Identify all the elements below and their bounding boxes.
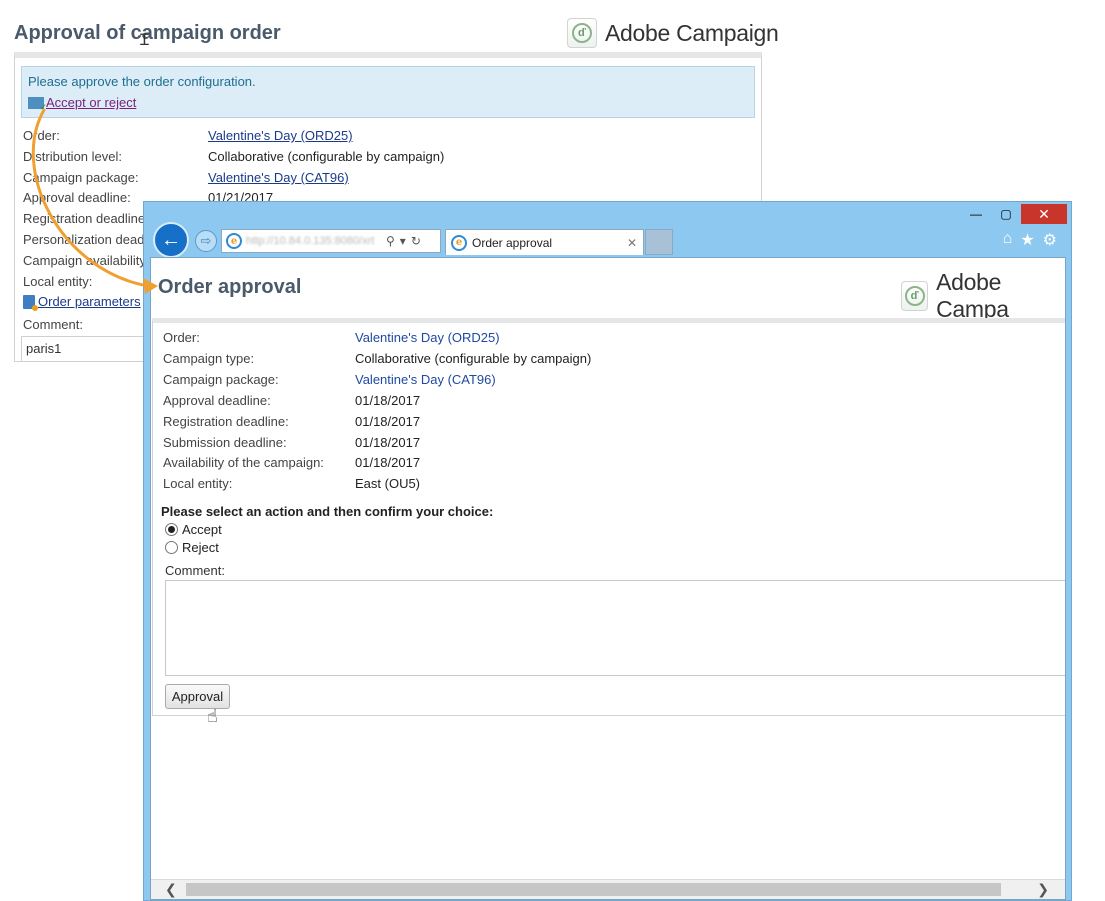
- new-tab-button[interactable]: [645, 229, 673, 255]
- tab-label: Order approval: [472, 235, 553, 250]
- text-cursor-icon: Ɪ: [140, 32, 149, 49]
- search-icon[interactable]: ⚲: [386, 234, 395, 248]
- field-label-local-entity: Local entity:: [23, 274, 93, 289]
- tab-order-approval[interactable]: e Order approval ✕: [445, 229, 644, 255]
- browser-window: — ▢ ✕ ← ⇨ e http://10.84.0.135:8080/xrt …: [143, 201, 1072, 901]
- logo-text: Adobe Campa: [936, 269, 1009, 322]
- submission-deadline-value: 01/18/2017: [355, 435, 421, 450]
- accept-option[interactable]: Accept: [165, 522, 222, 537]
- package-link[interactable]: Valentine's Day (CAT96): [355, 372, 496, 387]
- ie-icon: e: [226, 233, 242, 249]
- back-arrow-icon: ←: [161, 228, 181, 251]
- field-label-personalization: Personalization dead: [23, 232, 145, 247]
- comment-field[interactable]: paris1: [21, 336, 161, 362]
- comment-textarea[interactable]: [165, 580, 1065, 676]
- approval-panel: Order: Valentine's Day (ORD25) Campaign …: [152, 318, 1065, 726]
- address-tools: ⚲ ▾ ↻: [386, 234, 421, 248]
- dropdown-icon[interactable]: ▾: [400, 234, 406, 248]
- field-label-order: Order:: [23, 128, 60, 143]
- field-label-submission-deadline: Submission deadline:: [163, 435, 287, 450]
- refresh-icon[interactable]: ↻: [411, 234, 421, 248]
- field-label-campaign-type: Campaign type:: [163, 351, 255, 366]
- accept-label: Accept: [182, 522, 222, 537]
- reject-option[interactable]: Reject: [165, 540, 219, 555]
- accept-radio[interactable]: [165, 523, 178, 536]
- envelope-check-icon: [28, 96, 47, 113]
- forward-button[interactable]: ⇨: [195, 230, 217, 252]
- comment-label: Comment:: [23, 317, 83, 332]
- home-icon[interactable]: ⌂: [1003, 230, 1013, 250]
- scroll-left-icon[interactable]: ❮: [165, 881, 177, 898]
- field-label-package: Campaign package:: [163, 372, 279, 387]
- adobe-campaign-logo-icon: ď: [567, 18, 597, 48]
- action-question: Please select an action and then confirm…: [161, 504, 494, 519]
- accept-reject-link-wrap[interactable]: Accept or reject: [28, 95, 136, 113]
- order-parameters-link-wrap[interactable]: Order parameters: [23, 294, 141, 311]
- reject-radio[interactable]: [165, 541, 178, 554]
- approval-page-title: Order approval: [158, 276, 302, 298]
- scrollbar-thumb[interactable]: [186, 883, 1001, 896]
- field-label-order: Order:: [163, 330, 200, 345]
- address-bar[interactable]: e http://10.84.0.135:8080/xrt ⚲ ▾ ↻: [221, 229, 441, 253]
- tab-close-icon[interactable]: ✕: [627, 236, 643, 250]
- forward-arrow-icon: ⇨: [200, 233, 212, 248]
- local-entity-value: East (OU5): [355, 476, 421, 491]
- field-label-registration: Registration deadline: [23, 211, 146, 226]
- order-link[interactable]: Valentine's Day (ORD25): [355, 330, 500, 345]
- document-icon: [23, 294, 38, 311]
- approval-button[interactable]: Approval: [165, 684, 230, 709]
- registration-deadline-value: 01/18/2017: [355, 414, 421, 429]
- package-link[interactable]: Valentine's Day (CAT96): [208, 170, 349, 185]
- minimize-button[interactable]: —: [961, 204, 991, 224]
- back-button[interactable]: ←: [153, 222, 189, 258]
- approval-notice: Please approve the order configuration. …: [21, 66, 755, 118]
- accept-or-reject-link[interactable]: Accept or reject: [46, 95, 136, 110]
- hand-pointer-icon: ☝: [207, 706, 218, 726]
- window-controls: — ▢ ✕: [961, 204, 1067, 224]
- order-parameters-link[interactable]: Order parameters: [38, 294, 141, 309]
- logo-text: Adobe Campaign: [605, 19, 779, 46]
- field-label-local-entity: Local entity:: [163, 476, 233, 491]
- reject-label: Reject: [182, 540, 219, 555]
- adobe-campaign-logo-icon: ď: [901, 281, 929, 311]
- tab-ie-icon: e: [451, 234, 467, 251]
- campaign-type-value: Collaborative (configurable by campaign): [355, 351, 592, 366]
- field-label-availability: Campaign availability: [23, 253, 146, 268]
- approval-deadline-value: 01/18/2017: [355, 393, 421, 408]
- field-label-registration-deadline: Registration deadline:: [163, 414, 289, 429]
- browser-viewport: Order approval ď Adobe Campa Order: Vale…: [150, 257, 1066, 900]
- field-label-approval-deadline: Approval deadline:: [23, 190, 131, 205]
- field-label-distribution: Distribution level:: [23, 149, 122, 164]
- horizontal-scrollbar[interactable]: ❮ ❯: [151, 879, 1065, 899]
- order-link[interactable]: Valentine's Day (ORD25): [208, 128, 353, 143]
- address-url[interactable]: http://10.84.0.135:8080/xrt: [246, 235, 382, 247]
- comment-label: Comment:: [165, 563, 225, 578]
- field-label-availability: Availability of the campaign:: [163, 455, 324, 470]
- settings-gear-icon[interactable]: ⚙: [1043, 230, 1057, 250]
- adobe-campaign-logo-cropped: ď Adobe Campa: [901, 269, 1065, 323]
- field-label-approval-deadline: Approval deadline:: [163, 393, 271, 408]
- browser-toolbar-icons: ⌂ ★ ⚙: [1003, 230, 1057, 250]
- scroll-right-icon[interactable]: ❯: [1037, 881, 1049, 898]
- notice-text: Please approve the order configuration.: [28, 74, 256, 89]
- adobe-campaign-logo: ď Adobe Campaign: [567, 18, 779, 48]
- close-button[interactable]: ✕: [1021, 204, 1067, 224]
- maximize-button[interactable]: ▢: [991, 204, 1021, 224]
- availability-value: 01/18/2017: [355, 455, 421, 470]
- distribution-value: Collaborative (configurable by campaign): [208, 149, 445, 164]
- favorites-star-icon[interactable]: ★: [1020, 230, 1034, 250]
- field-label-package: Campaign package:: [23, 170, 139, 185]
